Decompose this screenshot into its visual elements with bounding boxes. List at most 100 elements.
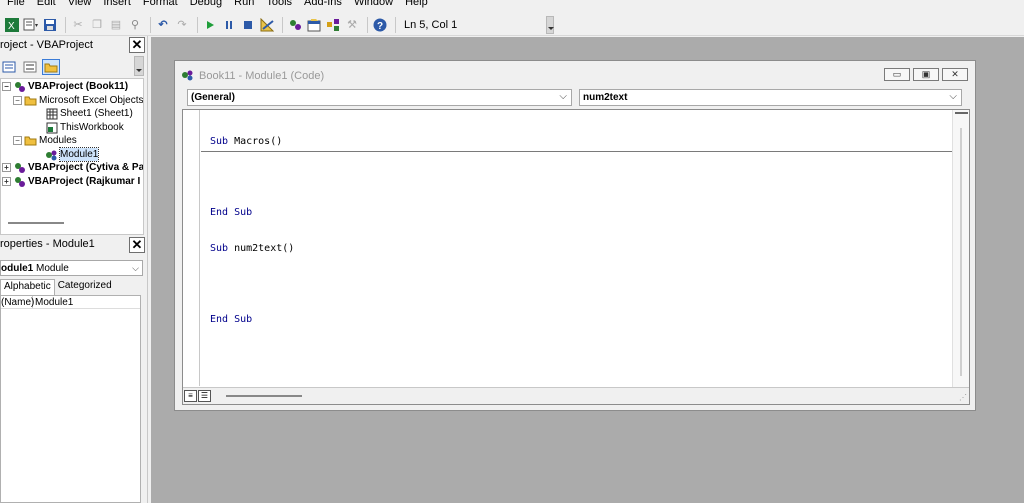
- code-line[interactable]: [210, 277, 294, 291]
- code-window: Book11 - Module1 (Code) ▭ ▣ ✕ (General) …: [174, 60, 976, 411]
- menu-add-ins[interactable]: Add-Ins: [304, 0, 342, 8]
- menu-bar: File Edit View Insert Format Debug Run T…: [0, 0, 1024, 13]
- tree-node-label: VBAProject (Cytiva & Pa: [28, 162, 144, 173]
- tree-node-excel-objects[interactable]: − Microsoft Excel Objects: [13, 94, 143, 107]
- minimize-button[interactable]: ▭: [884, 68, 910, 81]
- object-combo[interactable]: (General) ⌵: [187, 89, 572, 106]
- property-value[interactable]: Module1: [33, 296, 73, 308]
- code-margin-indicator-bar[interactable]: [183, 110, 200, 386]
- collapse-icon[interactable]: −: [2, 82, 11, 91]
- collapse-icon[interactable]: −: [13, 136, 22, 145]
- run-icon[interactable]: [202, 17, 218, 33]
- tree-node-label: VBAProject (Rajkumar I: [28, 176, 141, 187]
- close-properties-pane-button[interactable]: ✕: [129, 237, 145, 253]
- project-pane-toolbar-chevron[interactable]: [134, 56, 144, 76]
- save-icon[interactable]: [42, 17, 58, 33]
- code-line[interactable]: End Sub: [210, 206, 294, 220]
- break-icon[interactable]: [221, 17, 237, 33]
- design-mode-icon[interactable]: [259, 17, 275, 33]
- menu-edit[interactable]: Edit: [37, 0, 56, 8]
- module-icon: [45, 149, 58, 161]
- split-bar-handle[interactable]: [955, 112, 968, 114]
- tree-node-vbaproject-cytiva[interactable]: + VBAProject (Cytiva & Pa: [2, 161, 144, 174]
- tab-alphabetic[interactable]: Alphabetic: [0, 279, 55, 295]
- insert-module-icon[interactable]: [23, 17, 39, 33]
- vba-project-icon: [13, 162, 26, 174]
- help-icon[interactable]: ?: [372, 17, 388, 33]
- find-icon[interactable]: ⚲: [127, 17, 143, 33]
- redo-icon[interactable]: ↷: [174, 17, 190, 33]
- menu-format[interactable]: Format: [143, 0, 178, 8]
- expand-icon[interactable]: +: [2, 163, 11, 172]
- collapse-icon[interactable]: −: [13, 96, 22, 105]
- code-line[interactable]: Sub num2text(): [210, 242, 294, 256]
- view-object-icon[interactable]: [21, 59, 39, 75]
- tree-node-label: Module1: [58, 147, 100, 162]
- properties-grid: (Name) Module1: [0, 295, 141, 503]
- copy-icon[interactable]: ❐: [89, 17, 105, 33]
- project-pane-title: roject - VBAProject ✕: [0, 36, 148, 54]
- menu-run[interactable]: Run: [234, 0, 254, 8]
- close-button[interactable]: ✕: [942, 68, 968, 81]
- vba-project-icon: [13, 176, 26, 188]
- properties-object-type: Module: [36, 262, 69, 274]
- tree-node-sheet1[interactable]: Sheet1 (Sheet1): [45, 107, 133, 120]
- menu-debug[interactable]: Debug: [190, 0, 222, 8]
- code-line[interactable]: End Sub: [210, 313, 294, 327]
- code-horizontal-scrollbar[interactable]: [226, 395, 302, 397]
- full-module-view-icon[interactable]: ☰: [198, 390, 211, 402]
- procedure-combo[interactable]: num2text ⌵: [579, 89, 962, 106]
- view-code-icon[interactable]: [0, 59, 18, 75]
- tree-node-thisworkbook[interactable]: ThisWorkbook: [45, 121, 124, 134]
- code-line[interactable]: Sub Macros(): [210, 135, 294, 149]
- tree-node-vbaproject-rajkumar[interactable]: + VBAProject (Rajkumar I: [2, 175, 140, 188]
- menu-insert[interactable]: Insert: [103, 0, 131, 8]
- property-row[interactable]: (Name) Module1: [1, 296, 140, 309]
- project-explorer-icon[interactable]: [287, 17, 303, 33]
- resize-grip-icon[interactable]: ⋰: [959, 393, 967, 402]
- expand-icon[interactable]: +: [2, 177, 11, 186]
- properties-tabs: Alphabetic Categorized: [0, 279, 143, 295]
- menu-file[interactable]: File: [7, 0, 25, 8]
- object-browser-icon[interactable]: [325, 17, 341, 33]
- toolbox-icon[interactable]: ⚒: [344, 17, 360, 33]
- code-text[interactable]: Sub Macros() End Sub Sub num2text() End …: [210, 113, 294, 348]
- folder-open-icon: [24, 95, 37, 107]
- tree-node-modules[interactable]: − Modules: [13, 134, 77, 147]
- tab-categorized[interactable]: Categorized: [55, 279, 115, 295]
- code-editor[interactable]: Sub Macros() End Sub Sub num2text() End …: [182, 109, 970, 405]
- excel-icon[interactable]: X: [4, 17, 20, 33]
- close-project-pane-button[interactable]: ✕: [129, 37, 145, 53]
- svg-text:?: ?: [377, 21, 383, 32]
- toolbar-options-handle[interactable]: [546, 16, 554, 34]
- object-combo-value: (General): [191, 92, 235, 103]
- reset-icon[interactable]: [240, 17, 256, 33]
- toggle-folders-icon[interactable]: [42, 58, 60, 75]
- menu-view[interactable]: View: [68, 0, 92, 8]
- menu-window[interactable]: Window: [354, 0, 393, 8]
- tree-node-module1[interactable]: Module1: [45, 147, 100, 162]
- cut-icon[interactable]: ✂: [70, 17, 86, 33]
- toolbar-separator: [150, 17, 151, 33]
- properties-icon[interactable]: [306, 17, 322, 33]
- procedure-view-icon[interactable]: ≡: [184, 390, 197, 402]
- paste-icon[interactable]: ▤: [108, 17, 124, 33]
- restore-button[interactable]: ▣: [913, 68, 939, 81]
- properties-object-select[interactable]: odule1 Module ⌵: [0, 260, 143, 276]
- code-vertical-scrollbar[interactable]: [952, 110, 969, 390]
- undo-icon[interactable]: ↶: [155, 17, 171, 33]
- workbook-icon: [45, 122, 58, 134]
- properties-pane-title: roperties - Module1 ✕: [0, 235, 148, 253]
- code-window-title: Book11 - Module1 (Code): [199, 70, 325, 82]
- chevron-down-icon: ⌵: [132, 263, 139, 273]
- menu-tools[interactable]: Tools: [266, 0, 292, 8]
- property-key: (Name): [1, 296, 35, 308]
- code-horizontal-bar: ≡ ☰ ⋰: [183, 387, 969, 404]
- code-window-titlebar[interactable]: Book11 - Module1 (Code): [175, 65, 975, 87]
- tree-node-label: Sheet1 (Sheet1): [60, 108, 133, 119]
- project-tree-horizontal-scrollbar[interactable]: [8, 222, 64, 224]
- toolbar-separator: [197, 17, 198, 33]
- tree-node-vbaproject-book11[interactable]: − VBAProject (Book11): [2, 80, 128, 93]
- menu-help[interactable]: Help: [405, 0, 428, 8]
- code-line[interactable]: [210, 171, 294, 185]
